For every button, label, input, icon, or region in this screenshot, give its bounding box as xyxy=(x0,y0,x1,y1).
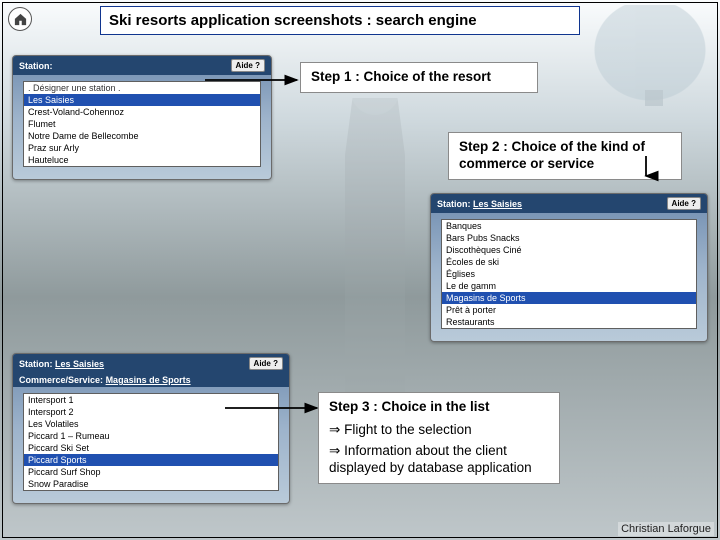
list-item[interactable]: Prêt à porter xyxy=(442,304,696,316)
step2-caption: Step 2 : Choice of the kind of commerce … xyxy=(448,132,682,180)
screenshot-panel-3: Station: Les Saisies Aide ? Commerce/Ser… xyxy=(12,353,290,504)
arrow-to-step1 xyxy=(205,72,305,97)
list-item[interactable]: Écoles de ski xyxy=(442,256,696,268)
station-label: Station: xyxy=(19,61,53,71)
list-item[interactable]: Hauteluce xyxy=(24,154,260,166)
step3-caption: Step 3 : Choice in the list ⇒ Flight to … xyxy=(318,392,560,484)
list-item[interactable]: Piccard Surf Shop xyxy=(24,466,278,478)
list-item[interactable]: Banques xyxy=(442,220,696,232)
station-value[interactable]: Les Saisies xyxy=(473,199,522,209)
arrow-to-panel2 xyxy=(639,156,653,187)
list-item[interactable]: Snow Paradise xyxy=(24,478,278,490)
step3-bullet-info: ⇒ Information about the client displayed… xyxy=(329,443,549,477)
list-item[interactable]: Piccard Ski Set xyxy=(24,442,278,454)
station-label: Station: xyxy=(437,199,471,209)
help-button[interactable]: Aide ? xyxy=(249,357,283,370)
commerce-value[interactable]: Magasins de Sports xyxy=(106,375,191,385)
help-button[interactable]: Aide ? xyxy=(231,59,265,72)
list-item[interactable]: Églises xyxy=(442,268,696,280)
list-item[interactable]: Piccard 1 – Rumeau xyxy=(24,430,278,442)
home-button[interactable] xyxy=(8,7,32,31)
step2-text: Step 2 : Choice of the kind of commerce … xyxy=(459,139,645,171)
list-item[interactable]: Crest-Voland-Cohennoz xyxy=(24,106,260,118)
list-item[interactable]: Magasins de Sports xyxy=(442,292,696,304)
step3-title: Step 3 : Choice in the list xyxy=(329,399,490,414)
implies-icon: ⇒ xyxy=(329,422,340,437)
step1-text: Step 1 : Choice of the resort xyxy=(311,69,491,84)
help-button[interactable]: Aide ? xyxy=(667,197,701,210)
step3-bullet-flight: ⇒ Flight to the selection xyxy=(329,422,549,439)
implies-icon: ⇒ xyxy=(329,443,340,458)
list-item[interactable]: Notre Dame de Bellecombe xyxy=(24,130,260,142)
author-credit: Christian Laforgue xyxy=(618,522,714,536)
list-item[interactable]: Discothèques Ciné xyxy=(442,244,696,256)
category-listbox[interactable]: BanquesBars Pubs SnacksDiscothèques Ciné… xyxy=(441,219,697,329)
list-item[interactable]: Piccard Sports xyxy=(24,454,278,466)
station-label: Station: xyxy=(19,359,53,369)
list-item[interactable]: Restaurants xyxy=(442,316,696,328)
background-tower xyxy=(300,60,450,440)
list-item[interactable]: Flumet xyxy=(24,118,260,130)
list-item[interactable]: Le de gamm xyxy=(442,280,696,292)
list-item[interactable]: Bars Pubs Snacks xyxy=(442,232,696,244)
arrow-to-step3 xyxy=(225,400,325,425)
background-balloon xyxy=(590,5,710,115)
station-value[interactable]: Les Saisies xyxy=(55,359,104,369)
screenshot-panel-2: Station: Les Saisies Aide ? BanquesBars … xyxy=(430,193,708,342)
slide-title: Ski resorts application screenshots : se… xyxy=(100,6,580,35)
commerce-label: Commerce/Service: xyxy=(19,375,103,385)
step3-flight-text: Flight to the selection xyxy=(344,422,472,437)
list-item[interactable]: Praz sur Arly xyxy=(24,142,260,154)
step1-caption: Step 1 : Choice of the resort xyxy=(300,62,538,93)
step3-info-text: Information about the client displayed b… xyxy=(329,443,532,475)
home-icon xyxy=(13,12,28,27)
